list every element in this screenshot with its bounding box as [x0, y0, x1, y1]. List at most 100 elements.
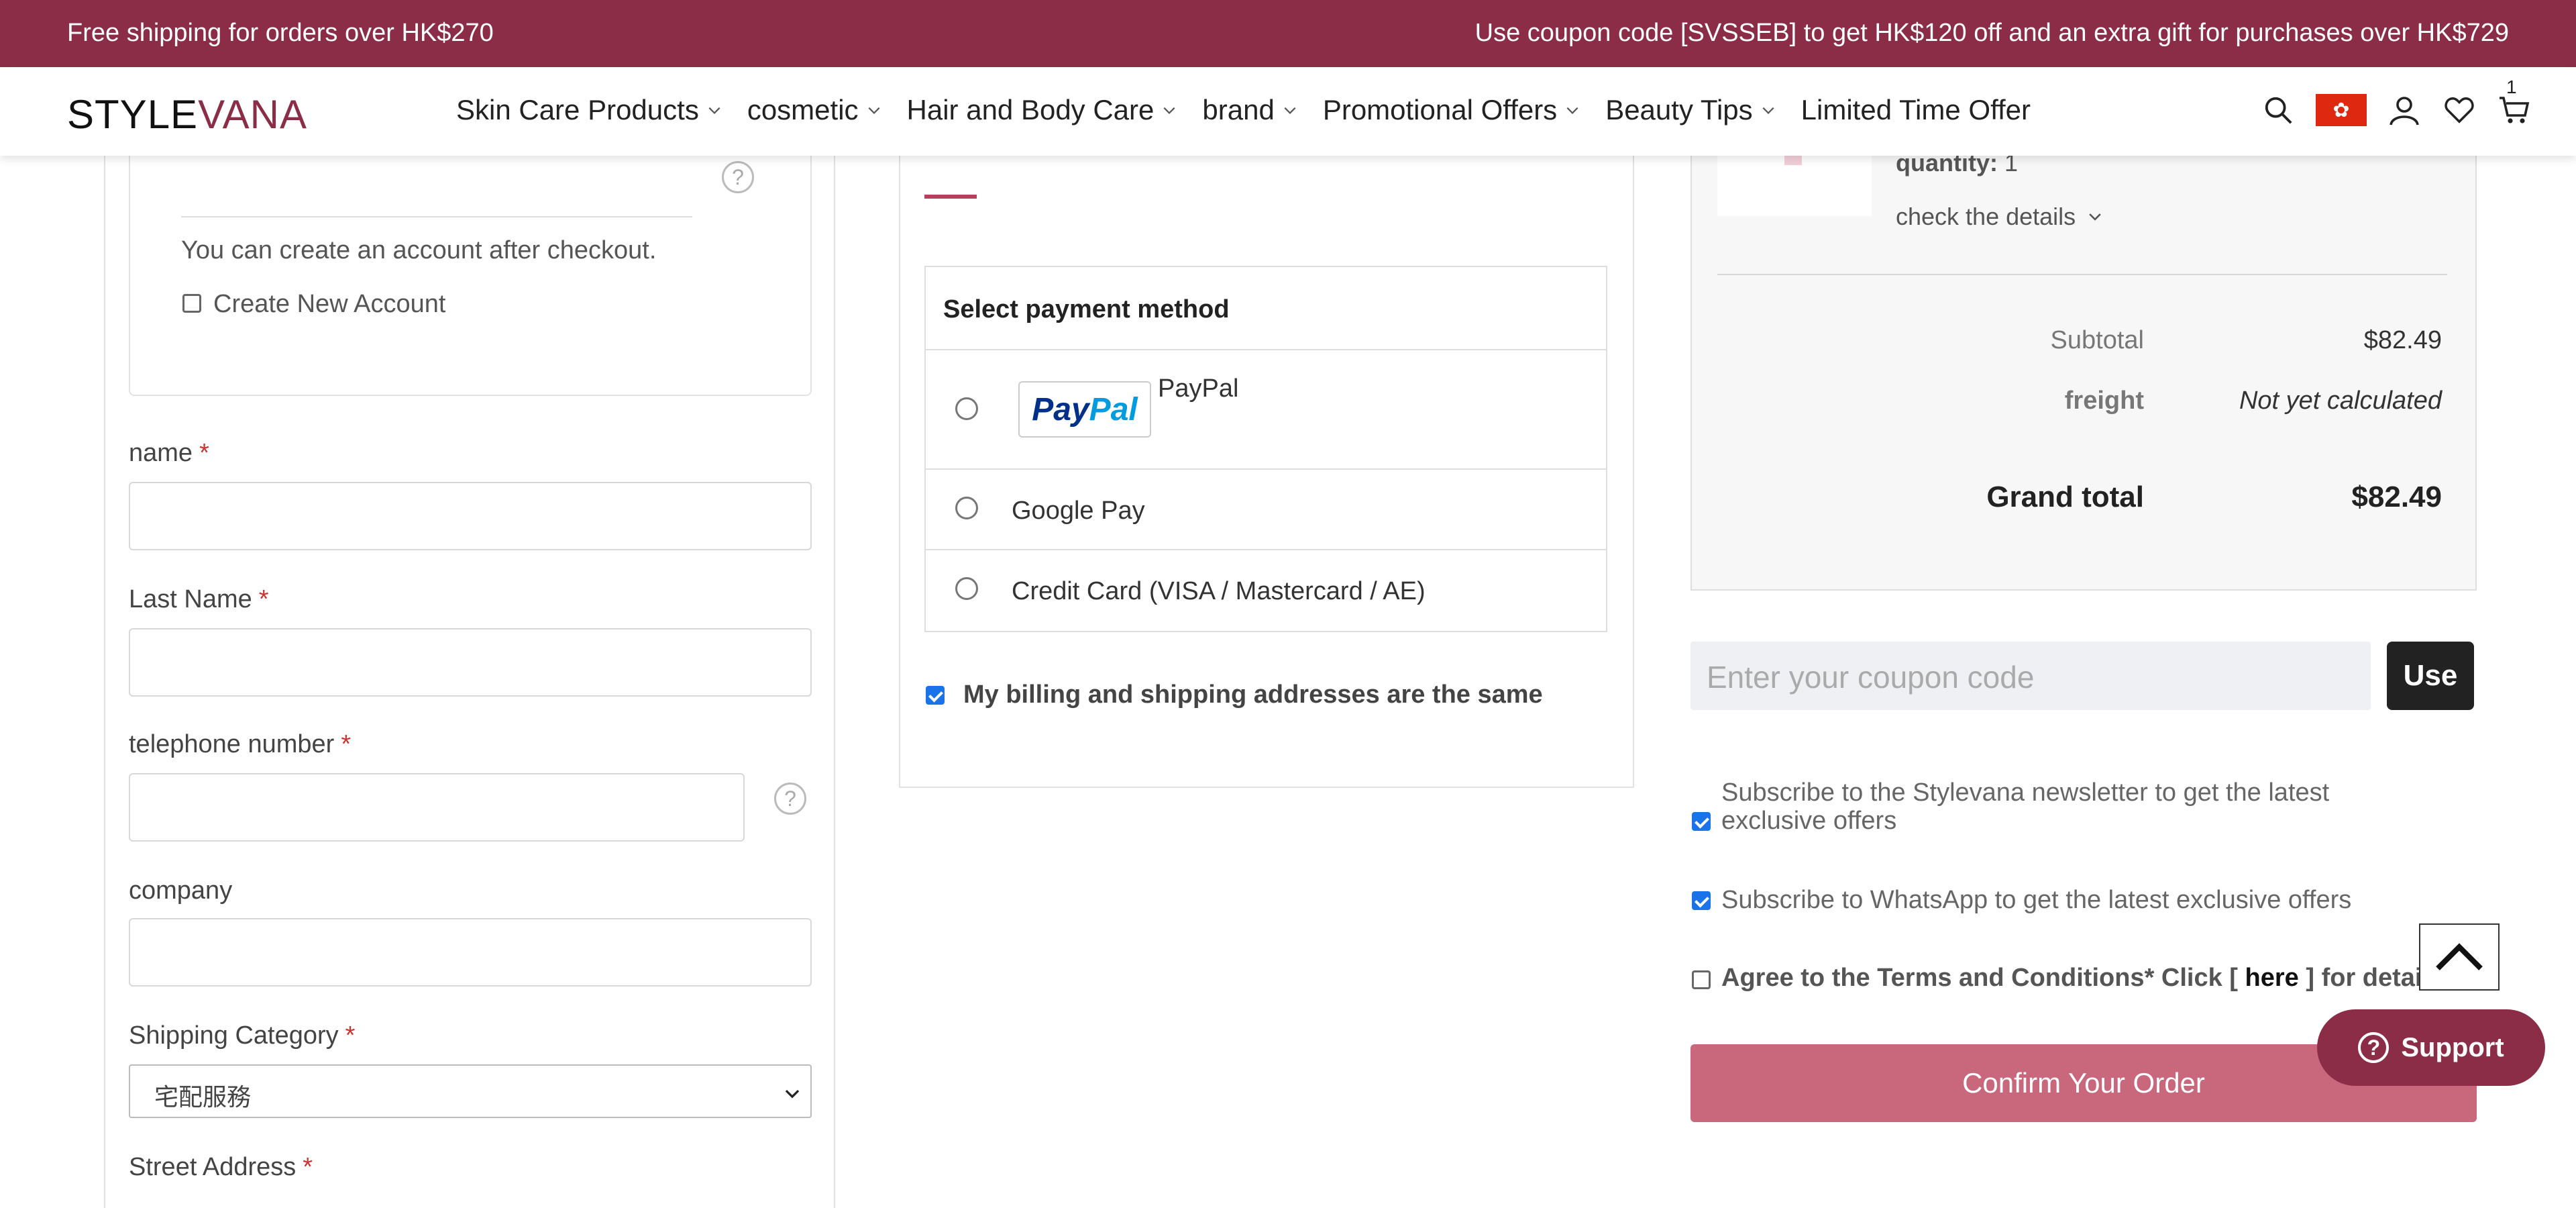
nav-promotional-offers[interactable]: Promotional Offers [1323, 94, 1580, 126]
chevron-up-icon [2436, 943, 2483, 970]
subtotal-label: Subtotal [2050, 326, 2144, 354]
heart-icon[interactable] [2442, 93, 2477, 128]
coupon-code-input[interactable]: Enter your coupon code [1690, 642, 2371, 710]
label-text: name [129, 439, 193, 467]
paypal-logo-text: Pal [1089, 391, 1138, 427]
email-field-underline[interactable] [181, 216, 692, 217]
details-link-text: check the details [1896, 203, 2076, 230]
terms-label: Agree to the Terms and Conditions* Click… [1721, 964, 2451, 993]
nav-beauty-tips[interactable]: Beauty Tips [1605, 94, 1775, 126]
newsletter-label-line1: Subscribe to the Stylevana newsletter to… [1721, 778, 2330, 807]
required-mark: * [199, 439, 209, 467]
credit-card-radio[interactable] [955, 577, 978, 600]
paypal-label: PayPal [1158, 374, 1239, 403]
logo-text-vana: VANA [198, 92, 308, 137]
newsletter-checkbox[interactable] [1692, 812, 1711, 831]
site-header: STYLEVANA Skin Care Products cosmetic Ha… [0, 67, 2576, 156]
stylevana-logo[interactable]: STYLEVANA [67, 91, 307, 138]
same-address-checkbox[interactable] [926, 686, 945, 705]
paypal-radio[interactable] [955, 397, 978, 420]
summary-divider [1717, 274, 2447, 275]
nav-label: Promotional Offers [1322, 94, 1558, 125]
nav-label: brand [1202, 94, 1275, 125]
google-pay-radio[interactable] [955, 497, 978, 519]
google-pay-label: Google Pay [1012, 497, 1145, 525]
freight-label: freight [2064, 387, 2144, 415]
help-icon[interactable]: ? [722, 161, 754, 193]
required-mark: * [341, 730, 352, 758]
chevron-down-icon [785, 1089, 800, 1099]
nav-hair-body[interactable]: Hair and Body Care [907, 94, 1177, 126]
question-icon: ? [2358, 1032, 2390, 1063]
header-icons: ✿ [2261, 93, 2532, 128]
help-icon[interactable]: ? [774, 783, 806, 815]
nav-brand[interactable]: brand [1202, 94, 1297, 126]
label-text: Street Address [129, 1153, 297, 1181]
telephone-input[interactable] [129, 773, 745, 842]
newsletter-label-line2: exclusive offers [1721, 807, 1897, 835]
search-icon[interactable] [2261, 93, 2296, 128]
required-mark: * [303, 1153, 313, 1181]
whatsapp-label: Subscribe to WhatsApp to get the latest … [1721, 886, 2352, 914]
chevron-down-icon [1284, 107, 1296, 114]
terms-here-link[interactable]: here [2245, 964, 2299, 992]
first-name-input[interactable] [129, 482, 812, 550]
payment-method-table: Select payment method Pay Pal PayPal Goog… [924, 266, 1607, 632]
grand-total-value: $82.49 [2351, 481, 2442, 513]
nav-label: cosmetic [747, 94, 859, 125]
shipping-category-label: Shipping Category * [129, 1021, 355, 1050]
chevron-down-icon [1762, 107, 1774, 114]
chevron-down-icon [1566, 107, 1578, 114]
street-address-label: Street Address * [129, 1153, 313, 1182]
product-image [1784, 156, 1802, 165]
selected-value: 宅配服務 [154, 1083, 252, 1111]
promo-bar: Free shipping for orders over HK$270 Use… [0, 0, 2576, 67]
nav-label: Limited Time Offer [1801, 94, 2031, 125]
logo-text-style: STYLE [67, 92, 199, 137]
support-button[interactable]: ? Support [2317, 1009, 2545, 1086]
scroll-to-top-button[interactable] [2419, 923, 2500, 991]
main-nav: Skin Care Products cosmetic Hair and Bod… [456, 94, 2056, 126]
company-input[interactable] [129, 918, 812, 987]
same-address-label: My billing and shipping addresses are th… [963, 681, 1543, 709]
label-text: Last Name [129, 585, 252, 613]
paypal-logo: Pay Pal [1018, 381, 1151, 438]
payment-option-google-pay[interactable]: Google Pay [926, 470, 1606, 550]
paypal-logo-text: Pay [1032, 391, 1089, 427]
shipping-category-select[interactable]: 宅配服務 [129, 1064, 812, 1118]
cart-count-badge: 1 [2506, 77, 2517, 97]
user-icon[interactable] [2387, 93, 2422, 128]
section-title-underline [924, 195, 977, 199]
terms-checkbox[interactable] [1692, 970, 1711, 989]
payment-method-heading: Select payment method [926, 267, 1606, 350]
create-account-checkbox[interactable] [182, 294, 201, 313]
chevron-down-icon [2089, 213, 2101, 221]
coupon-promo-text[interactable]: Use coupon code [SVSSEB] to get HK$120 o… [1475, 19, 2509, 48]
company-label: company [129, 876, 233, 905]
terms-text: Agree to the Terms and Conditions* Click… [1721, 964, 2238, 992]
hk-flag-icon[interactable]: ✿ [2316, 94, 2367, 126]
nav-skin-care[interactable]: Skin Care Products [456, 94, 722, 126]
label-text: Shipping Category [129, 1021, 339, 1050]
payment-option-credit-card[interactable]: Credit Card (VISA / Mastercard / AE) [926, 550, 1606, 631]
label-text: telephone number [129, 730, 335, 758]
whatsapp-checkbox[interactable] [1692, 891, 1711, 910]
name-label: name * [129, 439, 209, 468]
grand-total-label: Grand total [1986, 481, 2144, 513]
nav-limited-time-offer[interactable]: Limited Time Offer [1801, 94, 2031, 126]
credit-card-label: Credit Card (VISA / Mastercard / AE) [1012, 577, 1426, 605]
telephone-label: telephone number * [129, 730, 351, 759]
free-shipping-text: Free shipping for orders over HK$270 [67, 19, 494, 47]
create-account-label: Create New Account [213, 290, 446, 318]
required-mark: * [345, 1021, 356, 1050]
support-label: Support [2401, 1032, 2504, 1062]
check-details-link[interactable]: check the details [1896, 203, 2104, 231]
nav-cosmetic[interactable]: cosmetic [747, 94, 881, 126]
payment-option-paypal[interactable]: Pay Pal PayPal [926, 350, 1606, 470]
last-name-label: Last Name * [129, 585, 269, 614]
chevron-down-icon [868, 107, 880, 114]
last-name-input[interactable] [129, 628, 812, 697]
use-coupon-button[interactable]: Use [2387, 642, 2474, 710]
freight-value: Not yet calculated [2239, 387, 2442, 415]
required-mark: * [258, 585, 269, 613]
